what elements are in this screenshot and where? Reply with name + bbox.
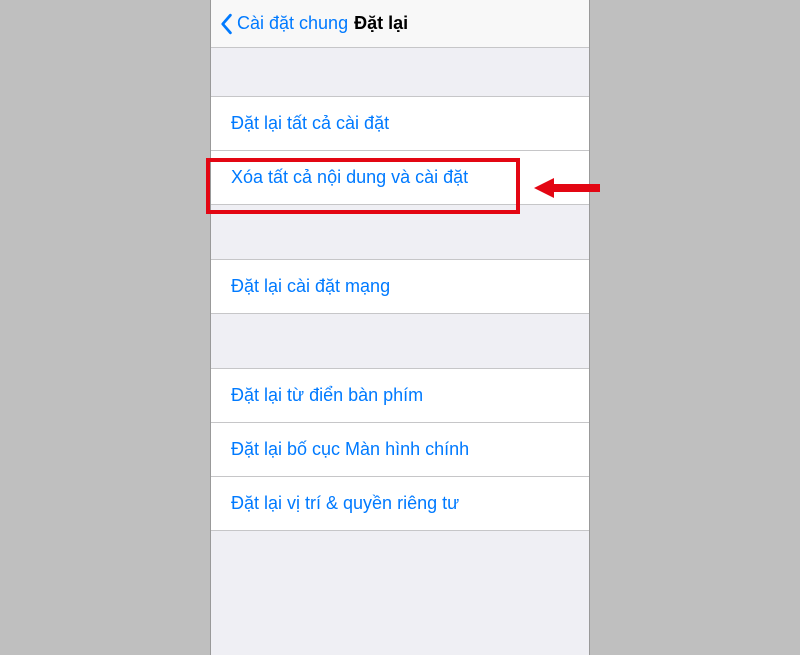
page-title: Đặt lại bbox=[354, 13, 408, 34]
list-item-label: Đặt lại cài đặt mạng bbox=[231, 276, 390, 296]
back-button[interactable]: Cài đặt chung bbox=[219, 13, 348, 35]
list-item-label: Đặt lại bố cục Màn hình chính bbox=[231, 439, 469, 459]
reset-keyboard-dictionary[interactable]: Đặt lại từ điển bàn phím bbox=[211, 369, 589, 423]
reset-all-settings[interactable]: Đặt lại tất cả cài đặt bbox=[211, 97, 589, 151]
chevron-left-icon bbox=[219, 13, 233, 35]
list-group-3: Đặt lại từ điển bàn phím Đặt lại bố cục … bbox=[211, 368, 589, 531]
spacer bbox=[211, 48, 589, 96]
list-group-2: Đặt lại cài đặt mạng bbox=[211, 259, 589, 314]
back-label: Cài đặt chung bbox=[237, 13, 348, 34]
reset-home-screen-layout[interactable]: Đặt lại bố cục Màn hình chính bbox=[211, 423, 589, 477]
navbar: Cài đặt chung Đặt lại bbox=[211, 0, 589, 48]
list-item-label: Đặt lại từ điển bàn phím bbox=[231, 385, 423, 405]
erase-all-content-and-settings[interactable]: Xóa tất cả nội dung và cài đặt bbox=[211, 151, 589, 204]
spacer bbox=[211, 314, 589, 368]
list-item-label: Xóa tất cả nội dung và cài đặt bbox=[231, 167, 468, 187]
list-item-label: Đặt lại tất cả cài đặt bbox=[231, 113, 389, 133]
list-group-1: Đặt lại tất cả cài đặt Xóa tất cả nội du… bbox=[211, 96, 589, 205]
reset-location-privacy[interactable]: Đặt lại vị trí & quyền riêng tư bbox=[211, 477, 589, 530]
phone-screen: Cài đặt chung Đặt lại Đặt lại tất cả cài… bbox=[210, 0, 590, 655]
reset-network-settings[interactable]: Đặt lại cài đặt mạng bbox=[211, 260, 589, 313]
list-item-label: Đặt lại vị trí & quyền riêng tư bbox=[231, 493, 459, 513]
spacer bbox=[211, 205, 589, 259]
